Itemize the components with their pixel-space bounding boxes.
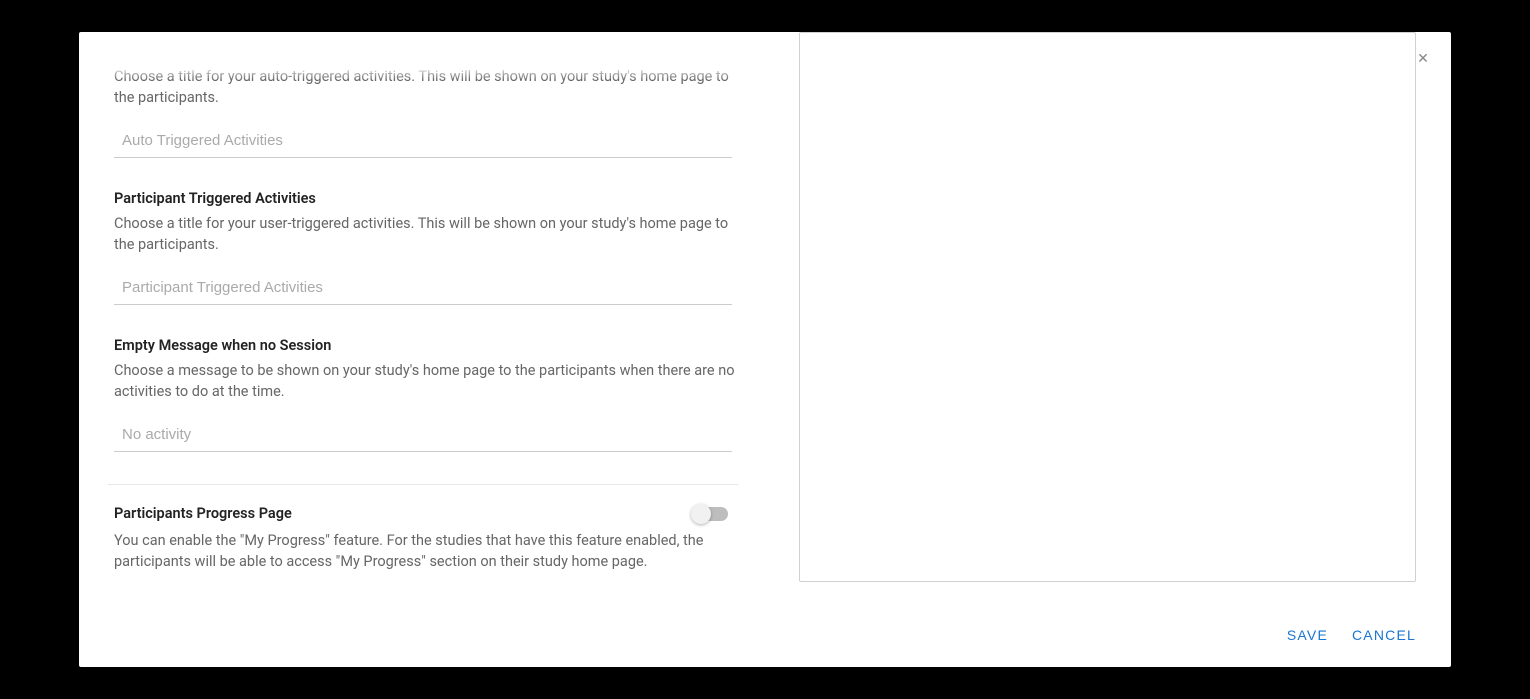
participant-triggered-title: Participant Triggered Activities [114,190,744,207]
modal-footer: Save Cancel [1287,623,1416,647]
preview-box [799,32,1416,582]
preview-panel [774,32,1416,597]
modal-content: Choose a title for your auto-triggered a… [79,32,1451,597]
empty-message-desc: Choose a message to be shown on your stu… [114,360,744,402]
progress-page-title: Participants Progress Page [114,505,292,522]
auto-triggered-input[interactable] [114,126,732,158]
toggle-knob [691,504,711,524]
close-icon[interactable]: ✕ [1415,52,1431,68]
form-panel: Choose a title for your auto-triggered a… [114,32,774,597]
participant-triggered-input[interactable] [114,273,732,305]
cancel-button[interactable]: Cancel [1352,623,1416,647]
empty-message-input[interactable] [114,420,732,452]
participant-triggered-desc: Choose a title for your user-triggered a… [114,213,744,255]
empty-message-title: Empty Message when no Session [114,337,744,354]
save-button[interactable]: Save [1287,623,1328,647]
empty-message-section: Empty Message when no Session Choose a m… [114,337,744,452]
progress-toggle-row: Participants Progress Page [114,505,744,522]
auto-triggered-desc: Choose a title for your auto-triggered a… [114,66,744,108]
progress-page-desc: You can enable the "My Progress" feature… [114,530,744,572]
settings-modal: ✕ Choose a title for your auto-triggered… [79,32,1451,667]
auto-triggered-desc-wrapper: Choose a title for your auto-triggered a… [114,66,744,108]
progress-toggle[interactable] [694,507,728,521]
auto-triggered-section: Choose a title for your auto-triggered a… [114,66,744,158]
progress-page-section: Participants Progress Page You can enabl… [114,505,744,572]
section-divider [108,484,738,485]
participant-triggered-section: Participant Triggered Activities Choose … [114,190,744,305]
